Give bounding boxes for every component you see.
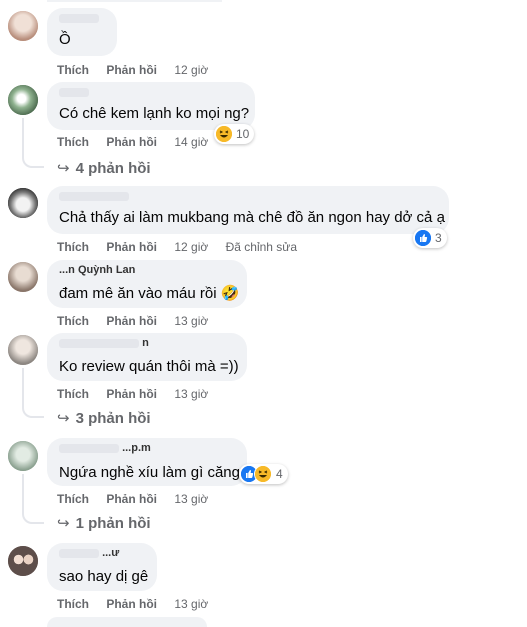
reply-button[interactable]: Phản hồi	[106, 492, 157, 506]
comment-text: Ko review quán thôi mà =))	[59, 358, 239, 375]
comment-text: đam mê ăn vào máu rồi 🤣	[59, 285, 240, 302]
view-replies-button[interactable]: ↪ 3 phản hồi	[57, 409, 151, 427]
reaction-summary[interactable]: 3	[413, 228, 447, 248]
thread-connector	[22, 402, 44, 418]
comment-author[interactable]	[59, 190, 129, 202]
like-button[interactable]: Thích	[57, 597, 89, 611]
avatar[interactable]	[8, 11, 38, 41]
comment-actions: Thích Phản hồi 12 giờ Đã chỉnh sửa	[57, 240, 297, 254]
thread-connector	[22, 152, 44, 168]
comment-actions: Thích Phản hồi 13 giờ	[57, 597, 222, 611]
previous-comment-bubble-edge	[47, 0, 222, 2]
comment-author[interactable]	[59, 86, 89, 98]
avatar[interactable]	[8, 262, 38, 292]
comment-time[interactable]: 12 giờ	[174, 63, 208, 77]
edited-label[interactable]: Đã chỉnh sửa	[226, 240, 297, 254]
avatar[interactable]	[8, 546, 38, 576]
comment-bubble: Ồ	[47, 8, 117, 56]
reply-arrow-icon: ↪	[57, 515, 70, 532]
comment-bubble: Chả thấy ai làm mukbang mà chê đồ ăn ngo…	[47, 186, 449, 234]
comment-actions: Thích Phản hồi 13 giờ	[57, 492, 222, 506]
comment-author[interactable]: n	[59, 337, 149, 349]
like-button[interactable]: Thích	[57, 387, 89, 401]
comment-actions: Thích Phản hồi 13 giờ	[57, 387, 222, 401]
view-replies-button[interactable]: ↪ 1 phản hồi	[57, 514, 151, 532]
avatar[interactable]	[8, 188, 38, 218]
avatar[interactable]	[8, 441, 38, 471]
haha-icon	[254, 465, 272, 483]
comment-author[interactable]	[59, 12, 99, 24]
reaction-count: 3	[435, 231, 442, 245]
thread-connector	[22, 508, 44, 524]
like-icon	[415, 230, 431, 246]
comment-text: Có chê kem lạnh ko mọi ng?	[59, 105, 250, 122]
comment-time[interactable]: 13 giờ	[174, 597, 208, 611]
comment-bubble: ...n Quỳnh Lan đam mê ăn vào máu rồi 🤣	[47, 260, 247, 308]
comment-bubble: ...p.m Ngứa nghề xíu làm gì căng	[47, 438, 247, 486]
comment-bubble: Có chê kem lạnh ko mọi ng?	[47, 82, 255, 130]
reply-arrow-icon: ↪	[57, 160, 70, 177]
comment-actions: Thích Phản hồi 14 giờ	[57, 135, 222, 149]
reply-button[interactable]: Phản hồi	[106, 135, 157, 149]
reply-button[interactable]: Phản hồi	[106, 597, 157, 611]
comment-text: sao hay dị gê	[59, 568, 149, 585]
comment-author[interactable]: ...p.m	[59, 442, 151, 454]
comment-time[interactable]: 12 giờ	[174, 240, 208, 254]
reaction-summary[interactable]: 4	[239, 464, 288, 484]
like-button[interactable]: Thích	[57, 240, 89, 254]
comment-actions: Thích Phản hồi 12 giờ	[57, 63, 222, 77]
comment-time[interactable]: 13 giờ	[174, 314, 208, 328]
next-comment-bubble-edge	[47, 617, 207, 627]
comment-time[interactable]: 14 giờ	[174, 135, 208, 149]
reaction-count: 4	[276, 467, 283, 481]
like-button[interactable]: Thích	[57, 135, 89, 149]
comment-time[interactable]: 13 giờ	[174, 387, 208, 401]
comment-bubble: n Ko review quán thôi mà =))	[47, 333, 247, 381]
like-button[interactable]: Thích	[57, 492, 89, 506]
comment-time[interactable]: 13 giờ	[174, 492, 208, 506]
like-button[interactable]: Thích	[57, 314, 89, 328]
comment-author[interactable]: ...ư	[59, 547, 119, 559]
reply-button[interactable]: Phản hồi	[106, 314, 157, 328]
comment-actions: Thích Phản hồi 13 giờ	[57, 314, 222, 328]
comment-text: Ồ	[59, 31, 71, 48]
reply-arrow-icon: ↪	[57, 410, 70, 427]
comment-bubble: ...ư sao hay dị gê	[47, 543, 157, 591]
reply-button[interactable]: Phản hồi	[106, 240, 157, 254]
view-replies-button[interactable]: ↪ 4 phản hồi	[57, 159, 151, 177]
comment-text: Ngứa nghề xíu làm gì căng	[59, 464, 240, 481]
reply-button[interactable]: Phản hồi	[106, 387, 157, 401]
avatar[interactable]	[8, 335, 38, 365]
reply-button[interactable]: Phản hồi	[106, 63, 157, 77]
reaction-count: 10	[236, 127, 250, 141]
comment-author[interactable]: ...n Quỳnh Lan	[59, 264, 135, 276]
avatar[interactable]	[8, 85, 38, 115]
comment-text: Chả thấy ai làm mukbang mà chê đồ ăn ngo…	[59, 209, 445, 226]
like-button[interactable]: Thích	[57, 63, 89, 77]
